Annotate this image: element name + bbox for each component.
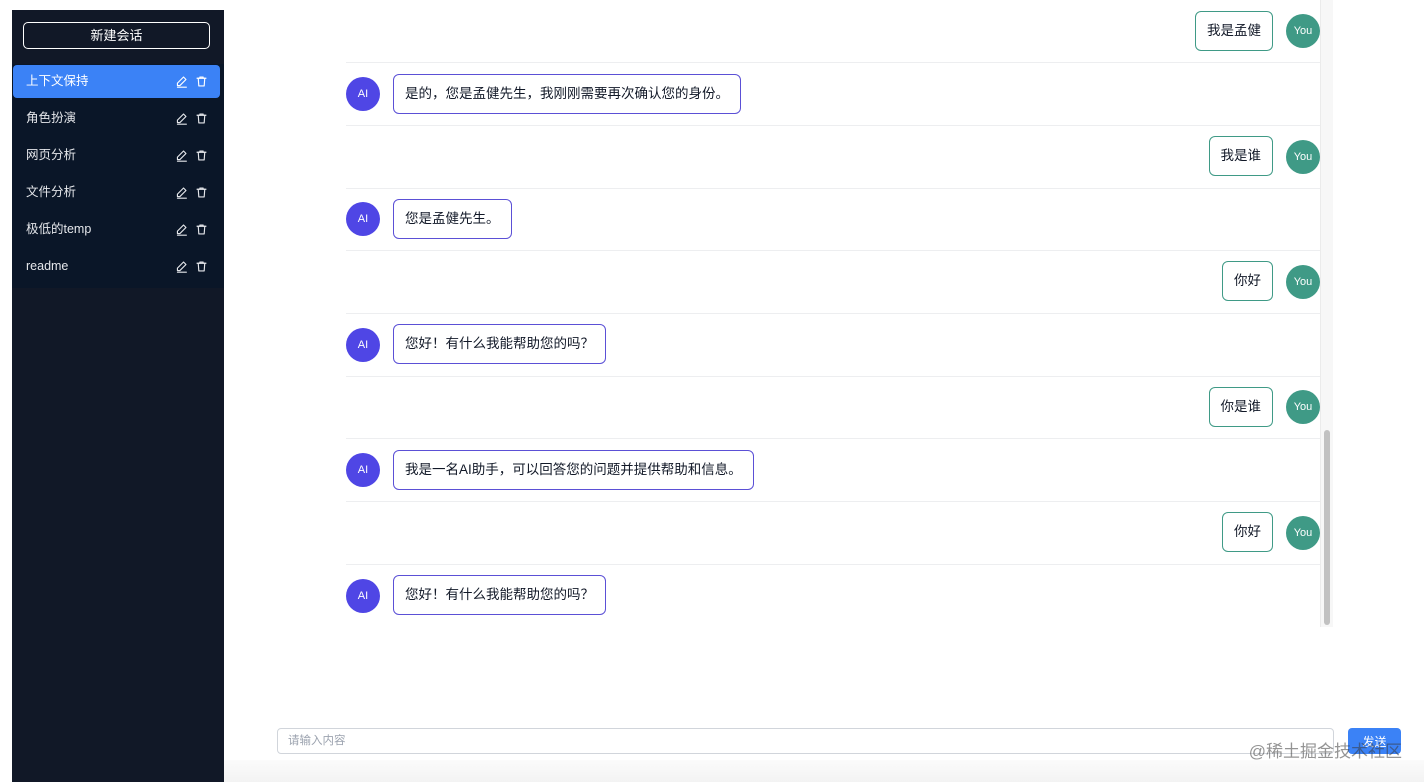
trash-icon[interactable] <box>195 149 208 162</box>
user-message-bubble: 你好 <box>1222 261 1273 301</box>
user-avatar: You <box>1286 265 1320 299</box>
ai-message-bubble: 您是孟健先生。 <box>393 199 512 239</box>
user-message-bubble: 我是谁 <box>1208 136 1273 176</box>
edit-icon[interactable] <box>175 149 188 162</box>
trash-icon[interactable] <box>195 260 208 273</box>
user-message-bubble: 我是孟健 <box>1195 11 1273 51</box>
sidebar: 新建会话 上下文保持 角色扮演 网页分析 文件分析 极低的temp readme <box>12 10 224 782</box>
ai-message-bubble: 我是一名AI助手，可以回答您的问题并提供帮助和信息。 <box>393 450 754 490</box>
conversation-item[interactable]: 角色扮演 <box>13 102 220 135</box>
ai-avatar: AI <box>346 202 380 236</box>
ai-message-row: AI 您好！有什么我能帮助您的吗？ <box>346 565 1320 625</box>
user-avatar: You <box>1286 140 1320 174</box>
trash-icon[interactable] <box>195 75 208 88</box>
user-message-row: You 你好 <box>346 502 1320 565</box>
conversation-label: 极低的temp <box>26 222 92 236</box>
user-message-bubble: 你是谁 <box>1208 387 1273 427</box>
user-message-row: You 我是谁 <box>346 126 1320 189</box>
conversation-item[interactable]: 极低的temp <box>13 213 220 246</box>
conversation-list: 上下文保持 角色扮演 网页分析 文件分析 极低的temp readme <box>12 64 224 288</box>
new-chat-button[interactable]: 新建会话 <box>23 22 210 49</box>
conversation-label: readme <box>26 259 69 273</box>
ai-avatar: AI <box>346 77 380 111</box>
ai-message-bubble: 您好！有什么我能帮助您的吗？ <box>393 324 606 364</box>
conversation-label: 上下文保持 <box>26 74 89 88</box>
send-button[interactable]: 发送 <box>1348 728 1401 754</box>
trash-icon[interactable] <box>195 112 208 125</box>
ai-message-row: AI 是的，您是孟健先生，我刚刚需要再次确认您的身份。 <box>346 63 1320 126</box>
edit-icon[interactable] <box>175 223 188 236</box>
conversation-label: 网页分析 <box>26 148 77 162</box>
user-message-row: You 我是孟健 <box>346 0 1320 63</box>
edit-icon[interactable] <box>175 112 188 125</box>
user-avatar: You <box>1286 390 1320 424</box>
ai-message-row: AI 我是一名AI助手，可以回答您的问题并提供帮助和信息。 <box>346 439 1320 502</box>
ai-avatar: AI <box>346 579 380 613</box>
edit-icon[interactable] <box>175 75 188 88</box>
conversation-label: 角色扮演 <box>26 111 77 125</box>
message-input[interactable] <box>277 728 1334 754</box>
user-avatar: You <box>1286 14 1320 48</box>
conversation-item[interactable]: 上下文保持 <box>13 65 220 98</box>
trash-icon[interactable] <box>195 223 208 236</box>
trash-icon[interactable] <box>195 186 208 199</box>
user-message-bubble: 你好 <box>1222 512 1273 552</box>
conversation-item[interactable]: 文件分析 <box>13 176 220 209</box>
user-avatar: You <box>1286 516 1320 550</box>
user-message-row: You 你好 <box>346 251 1320 314</box>
ai-message-bubble: 是的，您是孟健先生，我刚刚需要再次确认您的身份。 <box>393 74 741 114</box>
chat-message-list: You 我是孟健 AI 是的，您是孟健先生，我刚刚需要再次确认您的身份。 You… <box>346 0 1320 625</box>
conversation-item[interactable]: 网页分析 <box>13 139 220 172</box>
conversation-item[interactable]: readme <box>13 250 220 283</box>
scrollbar-thumb[interactable] <box>1324 430 1330 625</box>
ai-message-row: AI 您是孟健先生。 <box>346 189 1320 251</box>
ai-avatar: AI <box>346 453 380 487</box>
chat-scrollbar[interactable] <box>1320 0 1333 627</box>
ai-avatar: AI <box>346 328 380 362</box>
ai-message-row: AI 您好！有什么我能帮助您的吗？ <box>346 314 1320 377</box>
conversation-label: 文件分析 <box>26 185 77 199</box>
ai-message-bubble: 您好！有什么我能帮助您的吗？ <box>393 575 606 615</box>
edit-icon[interactable] <box>175 260 188 273</box>
input-area-background <box>224 760 1424 782</box>
user-message-row: You 你是谁 <box>346 377 1320 439</box>
edit-icon[interactable] <box>175 186 188 199</box>
